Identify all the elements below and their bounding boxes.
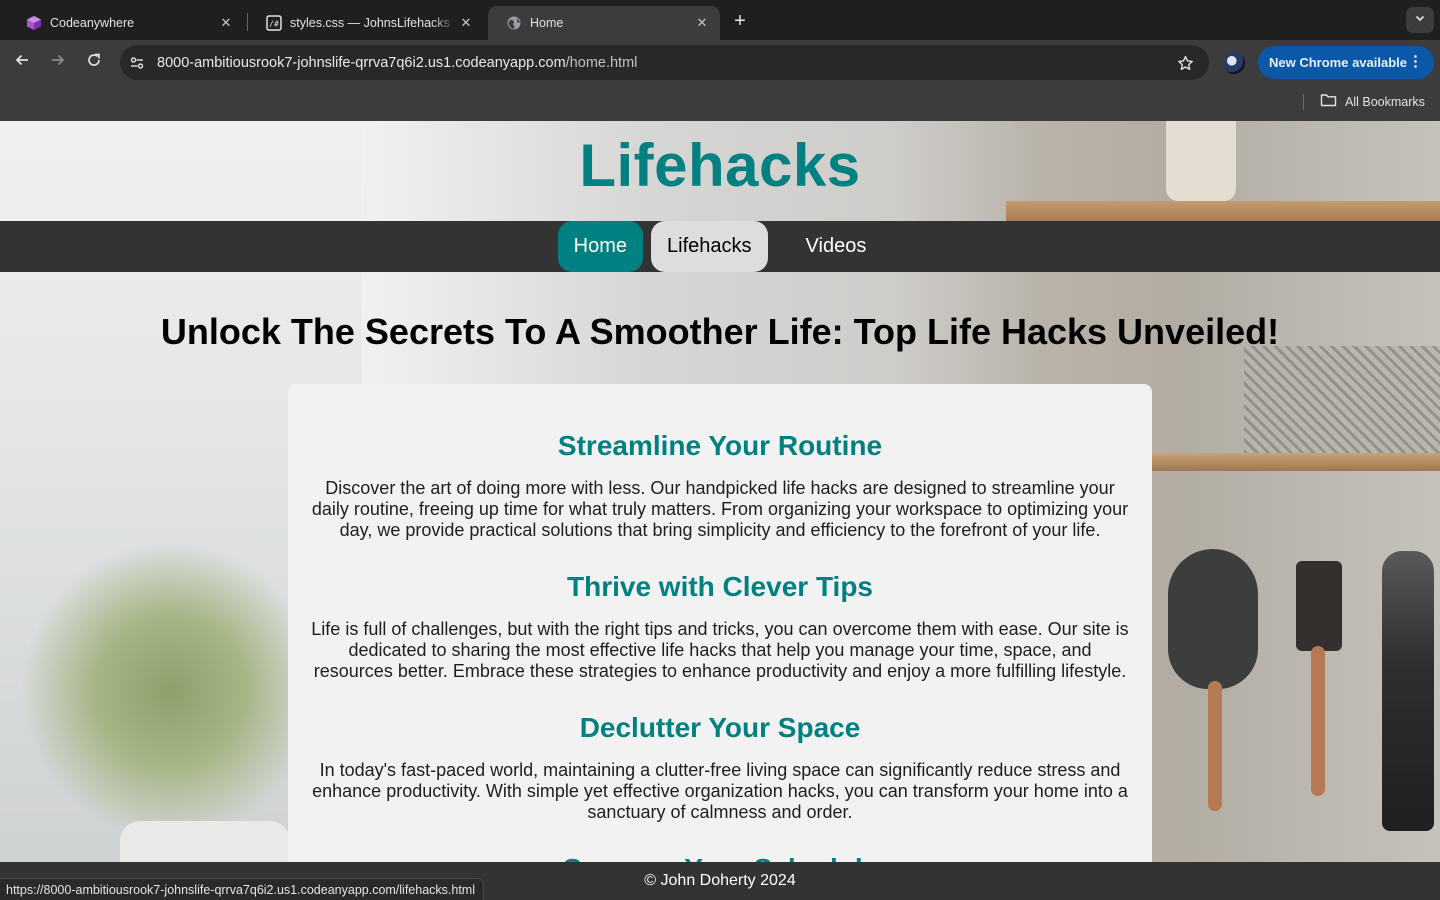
bookmarks-separator — [1303, 94, 1304, 110]
close-tab-icon[interactable]: ✕ — [218, 15, 234, 31]
tab-search-button[interactable] — [1406, 7, 1434, 33]
page-viewport: Lifehacks Home Lifehacks Videos Unlock T… — [0, 121, 1440, 862]
close-tab-icon[interactable]: ✕ — [694, 15, 710, 31]
tab-styles-css[interactable]: /# styles.css — JohnsLifehacks ✕ — [248, 6, 484, 40]
reload-icon — [86, 52, 102, 73]
bg-spatula — [1296, 561, 1342, 651]
forward-button[interactable] — [44, 48, 72, 76]
bg-basket — [1244, 346, 1440, 453]
section-title: Declutter Your Space — [579, 712, 861, 743]
section-streamline: Streamline Your Routine Discover the art… — [310, 430, 1130, 541]
browser-toolbar: 8000-ambitiousrook7-johnslife-qrrva7q6i2… — [0, 40, 1440, 85]
section-title: Streamline Your Routine — [557, 430, 883, 461]
content-card: Streamline Your Routine Discover the art… — [288, 384, 1152, 862]
codeanywhere-cube-icon — [26, 15, 42, 31]
bookmark-star-icon[interactable] — [1175, 53, 1195, 73]
arrow-left-icon — [14, 52, 30, 73]
code-file-icon: /# — [266, 15, 282, 31]
site-title: Lifehacks — [579, 131, 861, 199]
page-headline: Unlock The Secrets To A Smoother Life: T… — [160, 311, 1280, 352]
section-text: In today's fast-paced world, maintaining… — [312, 760, 1128, 822]
section-text: Life is full of challenges, but with the… — [311, 619, 1129, 681]
site-header: Lifehacks — [0, 121, 1440, 221]
link-status-bubble: https://8000-ambitiousrook7-johnslife-qr… — [0, 878, 485, 900]
new-chrome-available-button[interactable]: New Chrome available ⋮ — [1258, 46, 1434, 79]
bg-pot — [120, 821, 290, 862]
back-button[interactable] — [8, 48, 36, 76]
site-settings-icon[interactable] — [124, 50, 150, 76]
globe-icon — [506, 15, 522, 31]
bg-spatula-handle — [1311, 646, 1325, 796]
tab-title: Home — [530, 16, 564, 30]
all-bookmarks-button[interactable]: All Bookmarks — [1320, 93, 1425, 110]
bg-ladle — [1168, 549, 1258, 689]
section-declutter: Declutter Your Space In today's fast-pac… — [310, 712, 1130, 823]
close-tab-icon[interactable]: ✕ — [458, 15, 474, 31]
nav-link-home[interactable]: Home — [557, 221, 644, 272]
section-text: Discover the art of doing more with less… — [311, 478, 1129, 540]
tab-strip: Codeanywhere ✕ /# styles.css — JohnsLife… — [0, 0, 1440, 40]
bg-ladle-handle — [1208, 681, 1222, 811]
bookmarks-bar: All Bookmarks — [0, 85, 1440, 121]
nav-link-lifehacks[interactable]: Lifehacks — [651, 221, 768, 272]
chevron-down-icon — [1414, 11, 1426, 29]
url-text: 8000-ambitiousrook7-johnslife-qrrva7q6i2… — [157, 55, 637, 71]
bg-whisk — [1382, 551, 1434, 831]
section-schedule: Conquer Your Schedule — [310, 853, 1130, 862]
new-tab-button[interactable]: + — [728, 9, 752, 33]
tab-codeanywhere[interactable]: Codeanywhere ✕ — [8, 6, 244, 40]
address-bar[interactable]: 8000-ambitiousrook7-johnslife-qrrva7q6i2… — [120, 45, 1209, 80]
site-nav: Home Lifehacks Videos — [0, 221, 1440, 272]
folder-icon — [1320, 93, 1337, 110]
all-bookmarks-label: All Bookmarks — [1345, 94, 1425, 109]
section-title: Thrive with Clever Tips — [566, 571, 874, 602]
copyright-text: © John Doherty 2024 — [644, 872, 796, 889]
section-thrive: Thrive with Clever Tips Life is full of … — [310, 571, 1130, 682]
tab-title: Codeanywhere — [50, 16, 135, 30]
svg-text:/#: /# — [269, 20, 279, 29]
url-path: /home.html — [565, 54, 638, 71]
reload-button[interactable] — [80, 48, 108, 76]
section-title: Conquer Your Schedule — [310, 853, 1130, 862]
tab-title: styles.css — JohnsLifehacks — [290, 16, 450, 30]
arrow-right-icon — [50, 52, 66, 73]
profile-avatar[interactable] — [1223, 52, 1245, 74]
nav-link-videos[interactable]: Videos — [790, 221, 883, 272]
more-menu-icon[interactable]: ⋮ — [1408, 54, 1423, 70]
update-label: New Chrome available — [1269, 55, 1407, 70]
url-host: 8000-ambitiousrook7-johnslife-qrrva7q6i2… — [157, 54, 566, 71]
tab-home[interactable]: Home ✕ — [488, 6, 720, 40]
bg-plant — [20, 541, 320, 841]
